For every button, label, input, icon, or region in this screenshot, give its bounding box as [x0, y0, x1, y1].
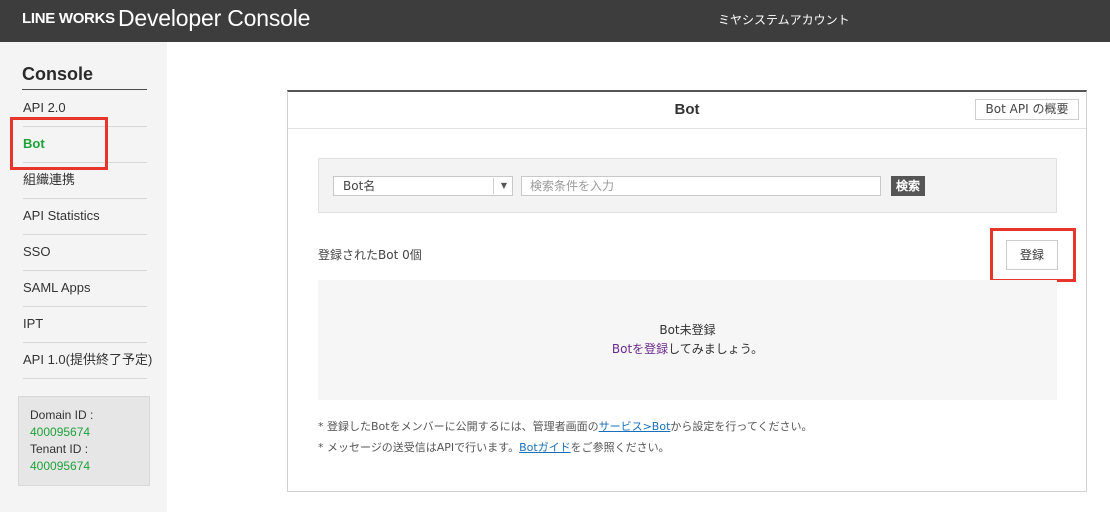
- search-field-select-value: Bot名: [343, 179, 376, 193]
- account-name[interactable]: ミヤシステムアカウント: [718, 12, 850, 28]
- search-field-select[interactable]: Bot名 ▼: [333, 176, 513, 196]
- domain-info-box: Domain ID : 400095674 Tenant ID : 400095…: [18, 396, 150, 486]
- empty-state-title: Bot未登録: [659, 323, 716, 337]
- sidebar-item-api-statistics[interactable]: API Statistics: [23, 198, 147, 234]
- sidebar-title: Console: [22, 64, 94, 84]
- search-button[interactable]: 検索: [891, 176, 925, 196]
- highlight-box-bot: [10, 117, 108, 170]
- bot-panel: Bot Bot API の概要 Bot名 ▼ 検索 登録されたBot 0個 登録…: [287, 90, 1087, 492]
- service-bot-link[interactable]: サービス>Bot: [599, 420, 671, 433]
- highlight-box-register: [990, 228, 1076, 282]
- search-input[interactable]: [521, 176, 881, 196]
- register-bot-link[interactable]: Botを登録: [612, 342, 668, 356]
- page-title: Bot: [674, 101, 700, 118]
- bot-guide-link[interactable]: Botガイド: [519, 441, 571, 454]
- note-api-prefix: * メッセージの送受信はAPIで行います。: [318, 441, 520, 454]
- note-publish-suffix: から設定を行ってください。: [670, 420, 813, 433]
- sidebar-item-sso[interactable]: SSO: [23, 234, 147, 270]
- note-api: * メッセージの送受信はAPIで行います。Botガイドをご参照ください。: [318, 441, 670, 455]
- tenant-id-label: Tenant ID :: [30, 442, 89, 456]
- sidebar-item-saml-apps[interactable]: SAML Apps: [23, 270, 147, 306]
- search-bar: Bot名 ▼ 検索: [318, 158, 1057, 213]
- sidebar-item-api-1-0[interactable]: API 1.0(提供終了予定): [23, 342, 152, 378]
- empty-state-message: Botを登録してみましょう。: [318, 341, 1057, 357]
- bot-api-overview-button[interactable]: Bot API の概要: [975, 99, 1079, 120]
- empty-state: Bot未登録 Botを登録してみましょう。: [318, 280, 1057, 400]
- domain-id-value: 400095674: [30, 425, 91, 439]
- sidebar: Console API 2.0 Bot 組織連携 API Statistics …: [0, 42, 167, 512]
- sidebar-item-ipt[interactable]: IPT: [23, 306, 147, 342]
- brand-logo[interactable]: LINE WORKS: [22, 10, 115, 28]
- top-header: LINE WORKS Developer Console ミヤシステムアカウント: [0, 0, 1110, 42]
- note-api-suffix: をご参照ください。: [570, 441, 670, 454]
- product-title: Developer Console: [118, 5, 311, 31]
- empty-state-suffix: してみましょう。: [668, 342, 764, 356]
- domain-id-label: Domain ID :: [30, 408, 94, 422]
- chevron-down-icon: ▼: [500, 181, 507, 190]
- note-publish-prefix: * 登録したBotをメンバーに公開するには、管理者画面の: [318, 420, 599, 433]
- tenant-id-value: 400095674: [30, 459, 91, 473]
- bot-count-label: 登録されたBot 0個: [318, 248, 422, 262]
- panel-header: Bot Bot API の概要: [288, 92, 1086, 129]
- sidebar-divider: [23, 378, 147, 379]
- note-publish: * 登録したBotをメンバーに公開するには、管理者画面のサービス>Botから設定…: [318, 420, 813, 434]
- select-divider: [493, 178, 494, 194]
